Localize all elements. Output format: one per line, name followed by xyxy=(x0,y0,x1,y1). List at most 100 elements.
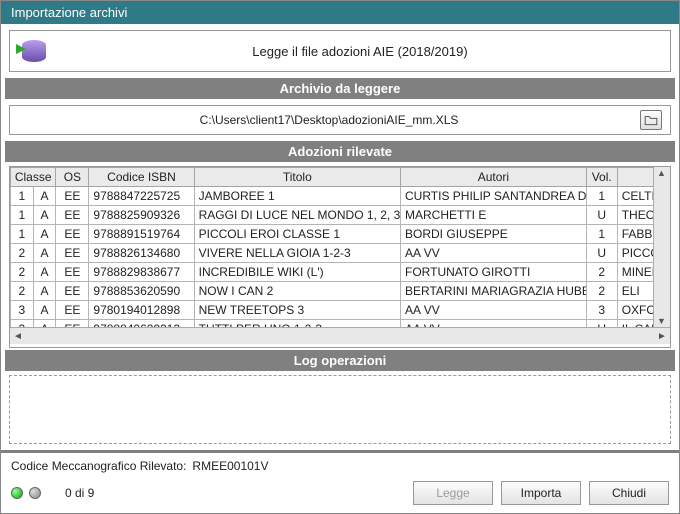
vertical-scrollbar[interactable] xyxy=(653,167,670,327)
col-header-classe[interactable]: Classe xyxy=(11,168,56,187)
col-header-isbn[interactable]: Codice ISBN xyxy=(89,168,194,187)
cell-isbn[interactable]: 9788891519764 xyxy=(89,225,194,244)
cell-isbn[interactable]: 9788826134680 xyxy=(89,244,194,263)
col-header-autori[interactable]: Autori xyxy=(401,168,587,187)
footer-buttons: Legge Importa Chiudi xyxy=(413,481,669,505)
cell-c1[interactable]: 1 xyxy=(11,225,34,244)
cell-autori[interactable]: BORDI GIUSEPPE xyxy=(401,225,587,244)
cell-vol[interactable]: U xyxy=(586,320,617,328)
section-detected: Adozioni rilevate xyxy=(5,141,675,162)
table-row[interactable]: 2AEE9788829838677INCREDIBILE WIKI (L')FO… xyxy=(11,263,671,282)
cell-os[interactable]: EE xyxy=(56,225,89,244)
table-row[interactable]: 2AEE9788826134680VIVERE NELLA GIOIA 1-2-… xyxy=(11,244,671,263)
cell-c2[interactable]: A xyxy=(33,320,56,328)
file-path-text: C:\Users\client17\Desktop\adozioniAIE_mm… xyxy=(18,113,640,127)
cell-titolo[interactable]: RAGGI DI LUCE NEL MONDO 1, 2, 3 + EBO xyxy=(194,206,400,225)
cell-isbn[interactable]: 9780194012898 xyxy=(89,301,194,320)
file-path-box: C:\Users\client17\Desktop\adozioniAIE_mm… xyxy=(9,105,671,135)
cell-isbn[interactable]: 9788842629313 xyxy=(89,320,194,328)
cell-c2[interactable]: A xyxy=(33,244,56,263)
app-window: Importazione archivi Legge il file adozi… xyxy=(0,0,680,514)
cell-titolo[interactable]: PICCOLI EROI CLASSE 1 xyxy=(194,225,400,244)
cell-titolo[interactable]: VIVERE NELLA GIOIA 1-2-3 xyxy=(194,244,400,263)
cell-c1[interactable]: 2 xyxy=(11,263,34,282)
horizontal-scrollbar[interactable]: ◄ ► xyxy=(10,327,670,344)
cell-os[interactable]: EE xyxy=(56,282,89,301)
cell-vol[interactable]: U xyxy=(586,244,617,263)
cell-c2[interactable]: A xyxy=(33,263,56,282)
importa-button[interactable]: Importa xyxy=(501,481,581,505)
cell-vol[interactable]: 2 xyxy=(586,282,617,301)
cell-os[interactable]: EE xyxy=(56,206,89,225)
table-row[interactable]: 3AEE9788842629313TUTTI PER UNO 1-2-3AA V… xyxy=(11,320,671,328)
table-row[interactable]: 2AEE9788853620590NOW I CAN 2BERTARINI MA… xyxy=(11,282,671,301)
detected-code-value: RMEE00101V xyxy=(192,459,268,473)
cell-isbn[interactable]: 9788829838677 xyxy=(89,263,194,282)
table-row[interactable]: 3AEE9780194012898NEW TREETOPS 3AA VV3OXF… xyxy=(11,301,671,320)
status-led-grey xyxy=(29,487,41,499)
table-header-row: Classe OS Codice ISBN Titolo Autori Vol. xyxy=(11,168,671,187)
col-header-vol[interactable]: Vol. xyxy=(586,168,617,187)
section-file-to-read: Archivio da leggere xyxy=(5,78,675,99)
cell-c1[interactable]: 3 xyxy=(11,320,34,328)
cell-c1[interactable]: 3 xyxy=(11,301,34,320)
cell-titolo[interactable]: INCREDIBILE WIKI (L') xyxy=(194,263,400,282)
footer-controls-row: 0 di 9 Legge Importa Chiudi xyxy=(11,481,669,505)
progress-text: 0 di 9 xyxy=(65,486,94,500)
cell-os[interactable]: EE xyxy=(56,301,89,320)
cell-titolo[interactable]: NOW I CAN 2 xyxy=(194,282,400,301)
chiudi-button[interactable]: Chiudi xyxy=(589,481,669,505)
cell-os[interactable]: EE xyxy=(56,187,89,206)
cell-os[interactable]: EE xyxy=(56,244,89,263)
scroll-right-icon[interactable]: ► xyxy=(654,329,670,343)
table-row[interactable]: 1AEE9788891519764PICCOLI EROI CLASSE 1BO… xyxy=(11,225,671,244)
cell-vol[interactable]: 2 xyxy=(586,263,617,282)
cell-autori[interactable]: AA VV xyxy=(401,244,587,263)
cell-titolo[interactable]: TUTTI PER UNO 1-2-3 xyxy=(194,320,400,328)
cell-titolo[interactable]: NEW TREETOPS 3 xyxy=(194,301,400,320)
folder-open-icon xyxy=(644,114,658,126)
cell-os[interactable]: EE xyxy=(56,320,89,328)
cell-autori[interactable]: AA VV xyxy=(401,301,587,320)
footer-panel: Codice Meccanografico Rilevato: RMEE0010… xyxy=(1,450,679,513)
cell-c2[interactable]: A xyxy=(33,282,56,301)
cell-c1[interactable]: 1 xyxy=(11,187,34,206)
cell-vol[interactable]: U xyxy=(586,206,617,225)
cell-c2[interactable]: A xyxy=(33,225,56,244)
cell-c2[interactable]: A xyxy=(33,206,56,225)
database-import-icon xyxy=(16,36,50,66)
cell-autori[interactable]: AA VV xyxy=(401,320,587,328)
cell-c1[interactable]: 2 xyxy=(11,282,34,301)
cell-titolo[interactable]: JAMBOREE 1 xyxy=(194,187,400,206)
header-text: Legge il file adozioni AIE (2018/2019) xyxy=(50,44,670,59)
table-row[interactable]: 1AEE9788825909326RAGGI DI LUCE NEL MONDO… xyxy=(11,206,671,225)
window-title: Importazione archivi xyxy=(11,5,127,20)
header-panel: Legge il file adozioni AIE (2018/2019) xyxy=(9,30,671,72)
cell-autori[interactable]: CURTIS PHILIP SANTANDREA DONATE xyxy=(401,187,587,206)
legge-button[interactable]: Legge xyxy=(413,481,493,505)
cell-c2[interactable]: A xyxy=(33,187,56,206)
cell-os[interactable]: EE xyxy=(56,263,89,282)
cell-autori[interactable]: FORTUNATO GIROTTI xyxy=(401,263,587,282)
detected-code-label: Codice Meccanografico Rilevato: xyxy=(11,459,186,473)
cell-vol[interactable]: 1 xyxy=(586,225,617,244)
detected-code-row: Codice Meccanografico Rilevato: RMEE0010… xyxy=(11,459,669,473)
table-row[interactable]: 1AEE9788847225725JAMBOREE 1CURTIS PHILIP… xyxy=(11,187,671,206)
cell-isbn[interactable]: 9788853620590 xyxy=(89,282,194,301)
log-output[interactable] xyxy=(9,375,671,444)
cell-vol[interactable]: 3 xyxy=(586,301,617,320)
cell-c1[interactable]: 2 xyxy=(11,244,34,263)
cell-vol[interactable]: 1 xyxy=(586,187,617,206)
cell-isbn[interactable]: 9788847225725 xyxy=(89,187,194,206)
cell-c1[interactable]: 1 xyxy=(11,206,34,225)
cell-autori[interactable]: MARCHETTI E xyxy=(401,206,587,225)
cell-isbn[interactable]: 9788825909326 xyxy=(89,206,194,225)
adoptions-grid: Classe OS Codice ISBN Titolo Autori Vol.… xyxy=(9,166,671,348)
col-header-titolo[interactable]: Titolo xyxy=(194,168,400,187)
col-header-os[interactable]: OS xyxy=(56,168,89,187)
status-led-green xyxy=(11,487,23,499)
cell-c2[interactable]: A xyxy=(33,301,56,320)
cell-autori[interactable]: BERTARINI MARIAGRAZIA HUBER MAI xyxy=(401,282,587,301)
scroll-left-icon[interactable]: ◄ xyxy=(10,329,26,343)
open-file-button[interactable] xyxy=(640,110,662,130)
